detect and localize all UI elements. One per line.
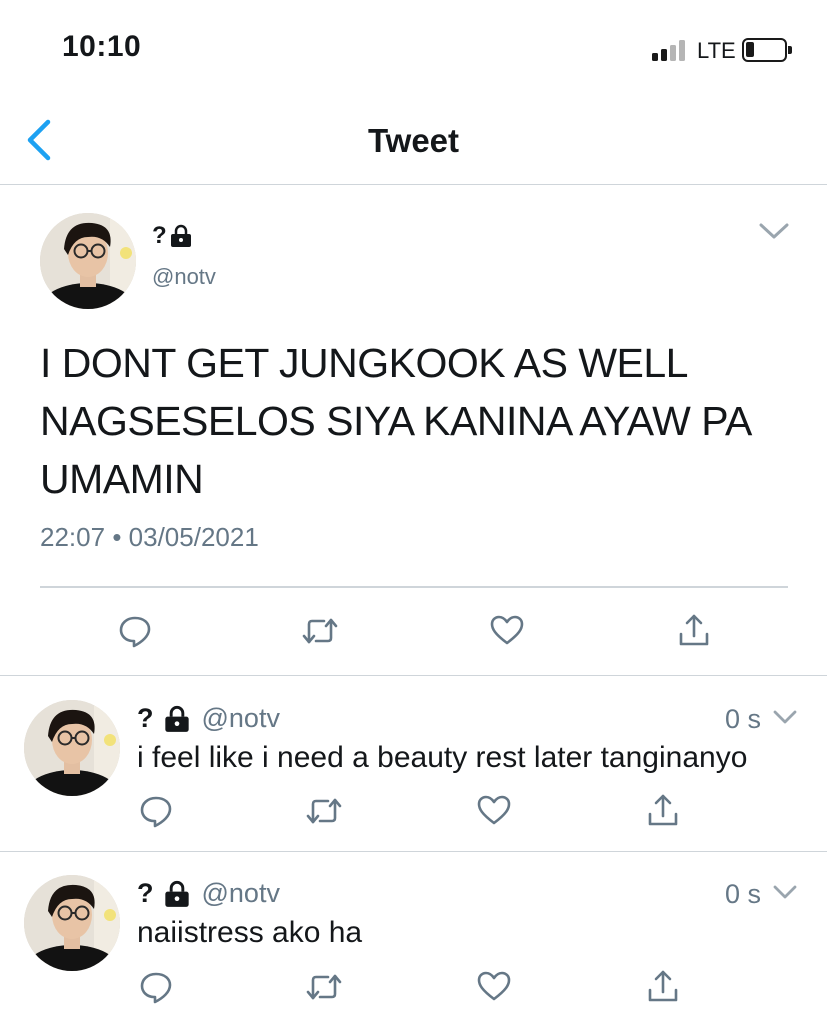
divider (40, 586, 788, 588)
author-name-row: ? @notv (137, 878, 280, 909)
avatar[interactable] (24, 875, 120, 971)
tweet-time: 22:07 (40, 522, 106, 552)
like-icon[interactable] (489, 614, 525, 646)
author-handle[interactable]: @notv (152, 264, 216, 290)
author-name[interactable]: ? (137, 878, 154, 909)
lock-icon (164, 880, 189, 907)
tweet-text: i feel like i need a beauty rest later t… (137, 741, 748, 774)
avatar[interactable] (40, 213, 136, 309)
author-name-row: ? (152, 222, 192, 250)
network-type: LTE (697, 38, 736, 63)
nav-bar: Tweet (0, 100, 827, 185)
share-icon[interactable] (678, 612, 710, 648)
reply-tweet: ? @notv 0 s naiistress ako ha (0, 853, 827, 1025)
tweet-text-line: I DONT GET JUNGKOOK AS WELL (40, 340, 688, 386)
meta-separator: • (112, 522, 122, 552)
author-handle[interactable]: @notv (202, 878, 280, 909)
tweet-time: 0 s (725, 704, 762, 734)
cell-signal-icon (652, 39, 690, 61)
reply-icon[interactable] (118, 614, 152, 648)
retweet-icon[interactable] (306, 972, 342, 1002)
status-time: 10:10 (62, 30, 142, 63)
author-name[interactable]: ? (152, 222, 167, 250)
main-tweet: ? @notv I DONT GET JUNGKOOK AS WELL NAGS… (0, 186, 827, 676)
reply-icon[interactable] (139, 970, 173, 1004)
author-name[interactable]: ? (137, 703, 154, 734)
share-icon[interactable] (647, 792, 679, 828)
reply-tweet: ? @notv 0 s i feel like i need a beauty … (0, 677, 827, 852)
share-icon[interactable] (647, 968, 679, 1004)
like-icon[interactable] (476, 970, 512, 1002)
page-title: Tweet (367, 122, 460, 159)
avatar[interactable] (24, 700, 120, 796)
status-bar: 10:10 LTE (0, 0, 827, 100)
battery-icon (742, 38, 792, 62)
lock-icon (170, 224, 191, 247)
reply-icon[interactable] (139, 794, 173, 828)
tweet-text-line: NAGSESELOS SIYA KANINA AYAW PA (40, 398, 752, 444)
author-name-row: ? @notv (137, 703, 280, 734)
retweet-icon[interactable] (306, 796, 342, 826)
tweet-text: I DONT GET JUNGKOOK AS WELL NAGSESELOS S… (40, 334, 800, 508)
chevron-down-icon[interactable] (772, 709, 798, 725)
tweet-meta: 22:07 • 03/05/2021 (40, 522, 259, 553)
lock-icon (164, 705, 189, 732)
chevron-down-icon[interactable] (772, 884, 798, 900)
retweet-icon[interactable] (302, 616, 338, 646)
tweet-time: 0 s (725, 879, 762, 909)
tweet-text-line: UMAMIN (40, 456, 204, 502)
like-icon[interactable] (476, 794, 512, 826)
tweet-date: 03/05/2021 (128, 522, 259, 552)
tweet-text: naiistress ako ha (137, 916, 363, 949)
author-handle[interactable]: @notv (202, 703, 280, 734)
chevron-down-icon[interactable] (758, 222, 790, 240)
